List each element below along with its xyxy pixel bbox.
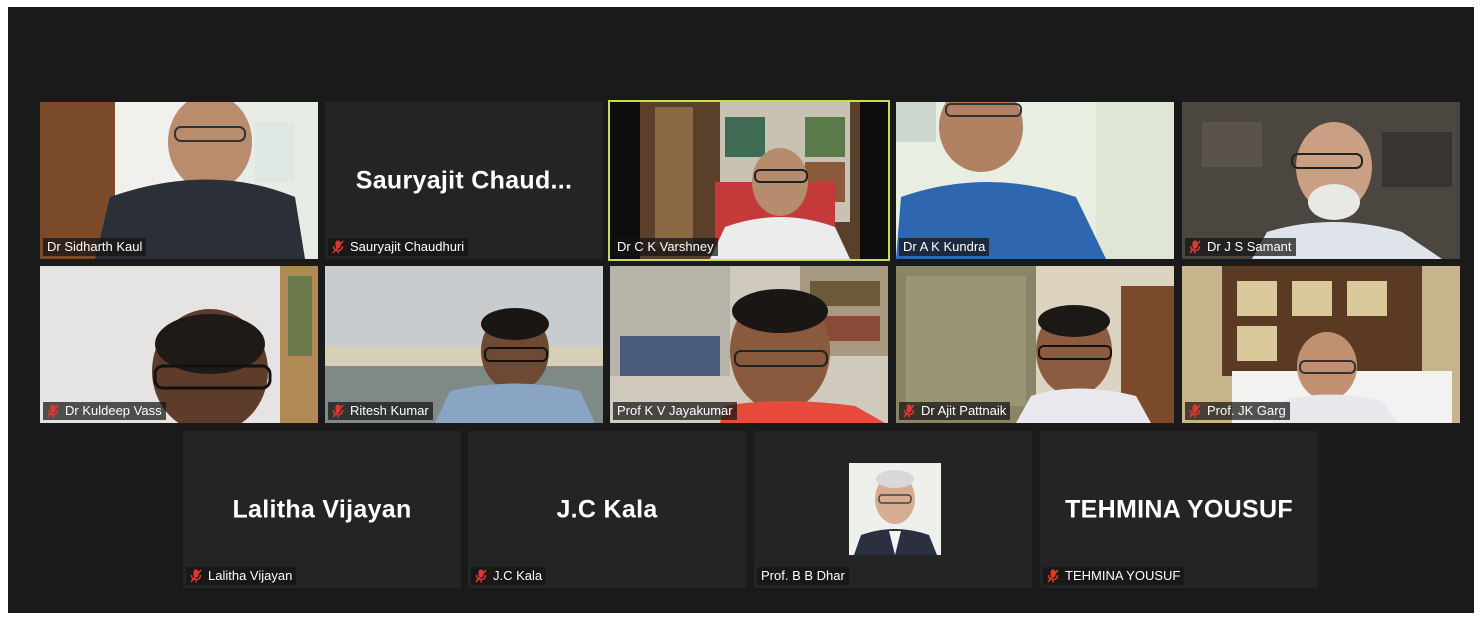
participant-name-label: TEHMINA YOUSUF bbox=[1043, 567, 1185, 585]
muted-mic-icon bbox=[903, 404, 915, 418]
participant-name-label: Dr Kuldeep Vass bbox=[43, 402, 166, 420]
muted-mic-icon bbox=[1047, 569, 1059, 583]
participant-tile-ajit-pattnaik[interactable]: Dr Ajit Pattnaik bbox=[896, 266, 1174, 423]
participant-video bbox=[1182, 102, 1460, 259]
participant-name-label: Dr C K Varshney bbox=[613, 238, 718, 256]
participant-display-name: Lalitha Vijayan bbox=[232, 495, 412, 523]
participant-tile-ck-varshney[interactable]: Dr C K Varshney bbox=[608, 100, 890, 261]
participant-tile-kuldeep-vass[interactable]: Dr Kuldeep Vass bbox=[40, 266, 318, 423]
participant-video bbox=[40, 266, 318, 423]
participant-display-name: TEHMINA YOUSUF bbox=[1065, 495, 1293, 523]
muted-mic-icon bbox=[475, 569, 487, 583]
muted-mic-icon bbox=[1189, 240, 1201, 254]
participant-tile-kv-jayakumar[interactable]: Prof K V Jayakumar bbox=[610, 266, 888, 423]
participant-tile-ak-kundra[interactable]: Dr A K Kundra bbox=[896, 102, 1174, 259]
participant-name-label: Dr Sidharth Kaul bbox=[43, 238, 147, 256]
participant-name-label: Prof. B B Dhar bbox=[757, 567, 849, 585]
participant-name-label: Prof. JK Garg bbox=[1185, 402, 1290, 420]
participant-tile-sidharth-kaul[interactable]: Dr Sidharth Kaul bbox=[40, 102, 318, 259]
participant-tile-bb-dhar[interactable]: Prof. B B Dhar bbox=[754, 431, 1032, 588]
participant-name-label: Dr Ajit Pattnaik bbox=[899, 402, 1011, 420]
participant-video bbox=[610, 102, 888, 259]
muted-mic-icon bbox=[1189, 404, 1201, 418]
muted-mic-icon bbox=[190, 569, 202, 583]
muted-mic-icon bbox=[332, 240, 344, 254]
participant-name-label: Sauryajit Chaudhuri bbox=[328, 238, 469, 256]
participant-tile-js-samant[interactable]: Dr J S Samant bbox=[1182, 102, 1460, 259]
participant-name-label: Dr J S Samant bbox=[1185, 238, 1296, 256]
participant-video bbox=[1182, 266, 1460, 423]
participant-tile-lalitha-vijayan[interactable]: Lalitha Vijayan Lalitha Vijayan bbox=[183, 431, 461, 588]
participant-tile-jc-kala[interactable]: J.C Kala J.C Kala bbox=[468, 431, 746, 588]
participant-name-label: J.C Kala bbox=[471, 567, 547, 585]
muted-mic-icon bbox=[47, 404, 59, 418]
gallery-view: Dr Sidharth Kaul Sauryajit Chaud... Saur… bbox=[8, 7, 1474, 613]
participant-tile-tehmina-yousuf[interactable]: TEHMINA YOUSUF TEHMINA YOUSUF bbox=[1040, 431, 1318, 588]
participant-video bbox=[896, 266, 1174, 423]
participant-video bbox=[896, 102, 1174, 259]
participant-video bbox=[40, 102, 318, 259]
participant-display-name: Sauryajit Chaud... bbox=[355, 166, 573, 194]
muted-mic-icon bbox=[332, 404, 344, 418]
profile-picture bbox=[849, 463, 941, 555]
participant-name-label: Ritesh Kumar bbox=[328, 402, 433, 420]
participant-name-label: Prof K V Jayakumar bbox=[613, 402, 737, 420]
participant-name-label: Dr A K Kundra bbox=[899, 238, 990, 256]
participant-tile-jk-garg[interactable]: Prof. JK Garg bbox=[1182, 266, 1460, 423]
participant-tile-ritesh-kumar[interactable]: Ritesh Kumar bbox=[325, 266, 603, 423]
participant-name-label: Lalitha Vijayan bbox=[186, 567, 297, 585]
participant-display-name: J.C Kala bbox=[556, 495, 658, 523]
participant-video bbox=[325, 266, 603, 423]
participant-video bbox=[610, 266, 888, 423]
participant-tile-sauryajit-chaudhuri[interactable]: Sauryajit Chaud... Sauryajit Chaudhuri bbox=[325, 102, 603, 259]
